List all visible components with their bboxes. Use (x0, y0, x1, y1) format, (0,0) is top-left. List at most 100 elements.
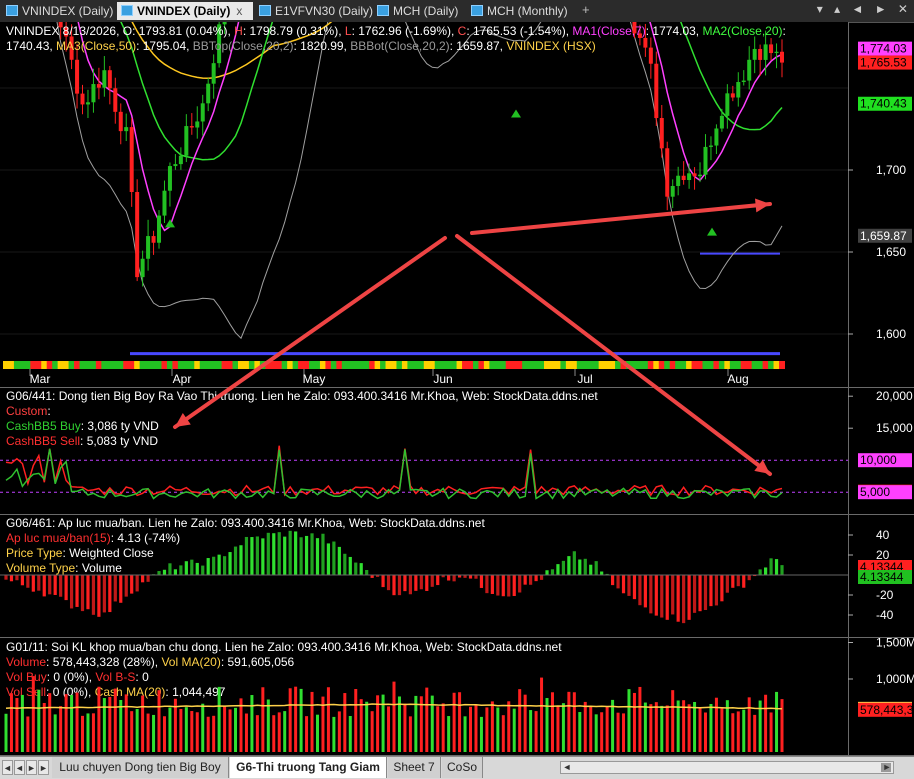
trend-strip-cell (604, 361, 611, 369)
tab-e1vfvn30-daily[interactable]: E1VFVN30 (Daily) (255, 2, 373, 20)
sheet-tab-sheet-7[interactable]: Sheet 7 (388, 757, 441, 778)
tab-mch-monthly[interactable]: MCH (Monthly) (467, 2, 577, 20)
volume-bar (665, 705, 669, 752)
window-controls[interactable]: ▾ ▴ ◄ ► ✕ (817, 2, 912, 16)
prev-sheet-icon[interactable]: ◄ (14, 760, 25, 775)
volume-legend-line-2: Volume: 578,443,328 (28%), Vol MA(20): 5… (6, 655, 295, 669)
candle-body (107, 70, 112, 89)
candle-body (741, 80, 746, 83)
candle-body (676, 175, 681, 186)
candle-body (96, 84, 101, 88)
trend-strip-cell (423, 361, 430, 369)
volume-bar (146, 713, 150, 752)
candle-body (648, 47, 653, 64)
candle-body (178, 155, 183, 165)
pressure-bar (86, 575, 90, 610)
pressure-bar (157, 571, 161, 575)
volume-bar (649, 704, 653, 752)
volume-bar (600, 712, 604, 752)
pressure-axis-tick-label: 40 (876, 528, 890, 542)
pressure-bar (119, 575, 123, 603)
pressure-bar (102, 575, 106, 613)
pressure-bar (91, 575, 96, 615)
sheet-tab-coso[interactable]: CoSo (442, 757, 483, 778)
volume-bar (370, 711, 374, 752)
volume-bar (81, 715, 85, 752)
volume-bar (179, 709, 183, 752)
pressure-bar (239, 545, 243, 575)
cash-legend-line-1: G06/441: Dong tien Big Boy Ra Vao Thi tr… (6, 389, 598, 403)
pressure-bar (277, 532, 281, 575)
sheet-tab-luu-chuyen[interactable]: Luu chuyen Dong tien Big Boy (52, 757, 229, 778)
trend-strip-cell (658, 361, 665, 369)
buy-sell-pressure-pane[interactable]: G06/461: Ap luc mua/ban. Lien he Zalo: 0… (0, 515, 914, 638)
pressure-bar (534, 575, 538, 582)
trend-strip-cell (123, 361, 130, 369)
trend-strip-cell (374, 361, 381, 369)
volume-bar (64, 694, 68, 752)
pressure-bar (747, 575, 751, 581)
pressure-bar (621, 575, 626, 594)
horizontal-scrollbar[interactable]: ◄ ► (560, 761, 894, 774)
trend-strip-cell (675, 361, 682, 369)
trend-strip-cell (724, 361, 731, 369)
volume-bar (518, 689, 522, 752)
pressure-bar (53, 575, 57, 595)
trend-strip-cell (347, 361, 354, 369)
trend-strip-cell (237, 361, 244, 369)
price-plot-area[interactable] (0, 22, 848, 388)
sheet-tab-g6-thi-truong[interactable]: G6-Thi truong Tang Giam (230, 757, 387, 778)
volume-bar (201, 703, 205, 752)
next-sheet-icon[interactable]: ► (26, 760, 37, 775)
tab-label: VNINDEX (Daily) (22, 4, 114, 18)
candle-body (687, 173, 692, 181)
tab-vnindex-daily-2[interactable]: VNINDEX (Daily) x (117, 2, 253, 20)
volume-bar (381, 694, 385, 752)
trend-strip-cell (522, 361, 529, 369)
pressure-bar (64, 575, 68, 601)
close-icon[interactable]: x (236, 4, 242, 18)
trend-strip-cell (391, 361, 397, 369)
pressure-bar (354, 562, 358, 575)
volume-bar (578, 712, 582, 752)
trend-strip-cell (292, 361, 299, 369)
trend-strip-cell (385, 361, 392, 369)
trend-strip-cell (309, 361, 316, 369)
candle-body (725, 93, 730, 116)
volume-bar (53, 714, 57, 752)
chart-canvas[interactable]: Mar Apr May Jun Jul Aug VNINDEX 8/13/2026, O: … (0, 22, 914, 756)
pressure-bar (315, 538, 320, 575)
last-sheet-icon[interactable]: ► (38, 760, 49, 775)
volume-bar (31, 676, 35, 752)
add-tab-icon[interactable]: + (582, 2, 590, 17)
trend-strip-cell (396, 361, 403, 369)
volume-bar (507, 701, 511, 752)
first-sheet-icon[interactable]: ◄ (2, 760, 13, 775)
scroll-right-icon[interactable]: ► (881, 762, 893, 773)
tab-vnindex-daily-1[interactable]: VNINDEX (Daily) (2, 2, 116, 20)
pressure-bar (195, 562, 199, 575)
volume-bar (359, 699, 363, 752)
tab-mch-daily[interactable]: MCH (Daily) (373, 2, 465, 20)
candle-body (173, 164, 178, 167)
pressure-bar (201, 565, 205, 575)
candle-body (75, 59, 80, 94)
scroll-left-icon[interactable]: ◄ (561, 762, 573, 773)
volume-bar (654, 702, 658, 752)
candle-body (146, 236, 151, 259)
pressure-bar (720, 575, 724, 602)
pressure-bar (146, 575, 150, 582)
cash-flow-pane[interactable]: G06/441: Dong tien Big Boy Ra Vao Thi tr… (0, 388, 914, 515)
pressure-bar (217, 554, 221, 575)
volume-bar (97, 686, 101, 752)
pressure-bar (632, 575, 637, 600)
trend-strip-cell (380, 361, 387, 369)
trend-strip-cell (161, 361, 168, 369)
trend-strip-cell (445, 361, 452, 369)
volume-bar (310, 691, 314, 752)
cash-legend-line-4: CashBB5 Sell: 5,083 ty VND (6, 434, 158, 448)
price-pane[interactable]: Mar Apr May Jun Jul Aug VNINDEX 8/13/2026, O: … (0, 22, 914, 388)
trend-strip-cell (30, 361, 37, 369)
candle-body (703, 146, 708, 175)
volume-pane[interactable]: G01/11: Soi KL khop mua/ban chu dong. Li… (0, 636, 914, 757)
